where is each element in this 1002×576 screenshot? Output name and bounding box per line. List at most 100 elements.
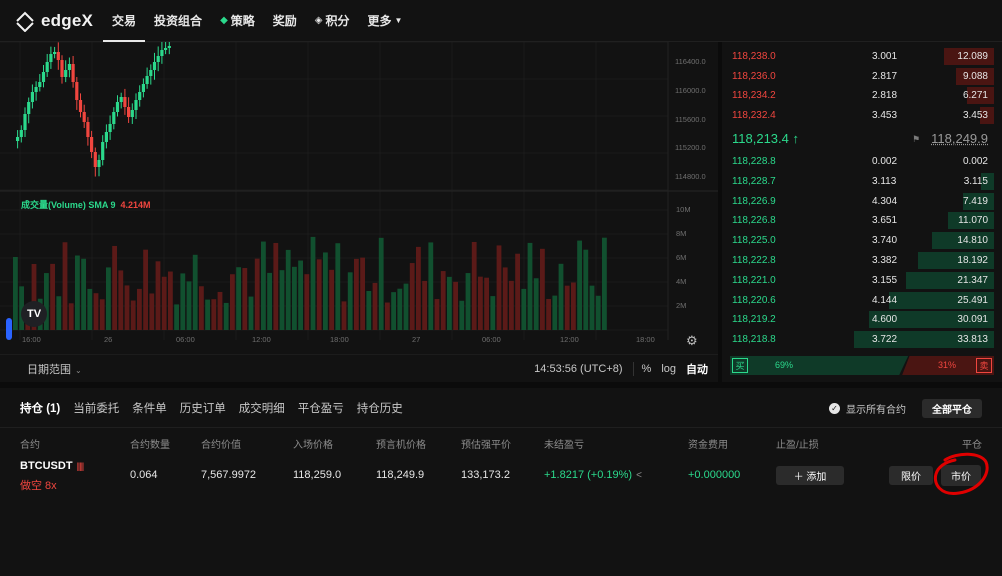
tab-order-history[interactable]: 历史订单 [180, 400, 226, 416]
volume-bar [285, 249, 291, 330]
bid-row[interactable]: 118,228.8 0.002 0.002 [722, 152, 994, 171]
bid-row[interactable]: 118,226.9 4.304 7.419 [722, 192, 994, 211]
nav-portfolio[interactable]: 投资组合 [145, 0, 211, 42]
tab-open-orders[interactable]: 当前委托 [73, 400, 119, 416]
chart-drag-handle[interactable] [6, 318, 12, 340]
candle-body [167, 46, 171, 48]
volume-axis-label: 6M [676, 253, 686, 262]
volume-bar [484, 277, 489, 330]
drop-icon: ◆ [220, 15, 228, 26]
tradingview-logo[interactable]: TV [21, 301, 47, 327]
volume-bar [292, 266, 297, 330]
chart-clock[interactable]: 14:53:56 (UTC+8) [534, 363, 622, 375]
brand-name: edgeX [41, 10, 94, 30]
tab-conditional-orders[interactable]: 条件单 [132, 400, 167, 416]
bid-total: 3.115 [963, 175, 988, 187]
bid-row[interactable]: 118,226.8 3.651 11.070 [722, 211, 994, 230]
ask-total: 3.453 [962, 109, 988, 121]
nav-trade[interactable]: 交易 [103, 0, 146, 42]
position-oracle-price: 118,249.9 [376, 469, 425, 481]
add-tpsl-button[interactable]: ＋ 添加 [776, 466, 844, 485]
close-all-button[interactable]: 全部平仓 [922, 398, 982, 418]
bid-row[interactable]: 118,219.2 4.600 30.091 [722, 310, 994, 329]
volume-bar [378, 237, 384, 330]
nav-rewards[interactable]: 奖励 [264, 0, 306, 42]
bid-row[interactable]: 118,225.0 3.740 14.810 [722, 231, 994, 250]
tab-closed-pnl[interactable]: 平仓盈亏 [298, 400, 344, 416]
log-scale-button[interactable]: log [661, 363, 676, 375]
volume-bar [174, 304, 179, 330]
mark-price[interactable]: 118,249.9 [931, 131, 988, 146]
volume-bar [168, 271, 173, 330]
auto-scale-button[interactable]: 自动 [686, 361, 708, 377]
bid-row[interactable]: 118,221.0 3.155 21.347 [722, 271, 994, 290]
volume-bar [341, 301, 347, 330]
volume-bar [416, 246, 421, 330]
tab-position-history[interactable]: 持仓历史 [357, 400, 403, 416]
volume-indicator-label[interactable]: 成交量(Volume) SMA 9 4.214M [21, 198, 151, 211]
header-unrealized-pnl: 未结盈亏 [544, 440, 584, 451]
time-axis-label: 27 [412, 335, 420, 344]
share-icon[interactable]: < [636, 470, 642, 481]
volume-bar [130, 300, 136, 330]
volume-indicator-name: 成交量(Volume) SMA 9 [21, 200, 116, 210]
bid-row[interactable]: 118,228.7 3.113 3.115 [722, 172, 994, 191]
position-entry-price: 118,259.0 [293, 469, 342, 481]
volume-bar [186, 281, 192, 330]
nav-points[interactable]: ◈ 积分 [306, 0, 359, 42]
ask-row[interactable]: 118,236.0 2.817 9.088 [722, 67, 994, 86]
position-symbol[interactable]: BTCUSDT ||||| [20, 460, 84, 472]
volume-bar [564, 285, 570, 330]
tab-positions[interactable]: 持仓 (1) [20, 400, 60, 416]
nav-points-label: 积分 [325, 14, 350, 28]
gear-icon[interactable]: ⚙ [686, 333, 698, 349]
volume-bar [602, 237, 607, 330]
tab-trade-details[interactable]: 成交明细 [239, 400, 285, 416]
bid-row[interactable]: 118,220.6 4.144 25.491 [722, 291, 994, 310]
nav-strategy[interactable]: ◆ 策略 [211, 0, 264, 42]
ask-row[interactable]: 118,234.2 2.818 6.271 [722, 86, 994, 105]
limit-close-button[interactable]: 限价 [889, 466, 933, 485]
ask-row[interactable]: 118,238.0 3.001 12.089 [722, 47, 994, 66]
bid-price: 118,220.6 [732, 294, 776, 306]
candle-body [30, 92, 34, 102]
bid-row[interactable]: 118,218.8 3.722 33.813 [722, 330, 994, 349]
bid-row[interactable]: 118,222.8 3.382 18.192 [722, 251, 994, 270]
header-funding: 资金费用 [688, 440, 728, 451]
check-icon[interactable]: ✓ [829, 402, 840, 414]
order-book-mid: 118,213.4 ↑ ⚑ 118,249.9 [722, 128, 994, 150]
position-symbol-text: BTCUSDT [20, 460, 73, 472]
buy-ratio-bar [730, 356, 909, 375]
candle-body [156, 56, 160, 62]
candle-body [134, 100, 138, 110]
bid-total: 14.810 [957, 235, 988, 247]
chart-panel[interactable]: 116400.0 116000.0 115600.0 115200.0 114800.0… [0, 42, 718, 382]
time-axis-label: 18:00 [636, 335, 655, 344]
volume-axis-label: 2M [676, 301, 686, 310]
bid-price: 118,225.0 [732, 235, 776, 247]
volume-bar [366, 290, 372, 330]
volume-bar [217, 291, 223, 330]
percent-scale-button[interactable]: % [642, 363, 652, 375]
edgex-logo-icon [16, 11, 34, 32]
ask-row[interactable]: 118,232.4 3.453 3.453 [722, 106, 994, 125]
positions-panel: 持仓 (1) 当前委托 条件单 历史订单 成交明细 平仓盈亏 持仓历史 ✓ 显示… [0, 388, 1002, 576]
volume-bar [471, 241, 477, 330]
show-all-contracts-label[interactable]: 显示所有合约 [846, 401, 906, 416]
candle-body [23, 114, 27, 130]
volume-bar [230, 274, 235, 330]
candle-body [108, 124, 112, 132]
candle-body [119, 97, 123, 102]
volume-bar [397, 288, 403, 330]
date-range-button[interactable]: 日期范围 ⌄ [27, 361, 82, 377]
time-axis-label: 18:00 [330, 335, 349, 344]
brand-logo[interactable]: edgeX [14, 10, 93, 32]
volume-bar [428, 242, 434, 330]
volume-bar [161, 276, 167, 330]
ask-total: 9.088 [962, 70, 988, 82]
volume-bar [223, 302, 229, 330]
bid-total: 21.347 [957, 274, 988, 286]
nav-more[interactable]: 更多 ▼ [359, 0, 412, 42]
candle-body [82, 112, 86, 122]
candle-body [16, 137, 20, 141]
